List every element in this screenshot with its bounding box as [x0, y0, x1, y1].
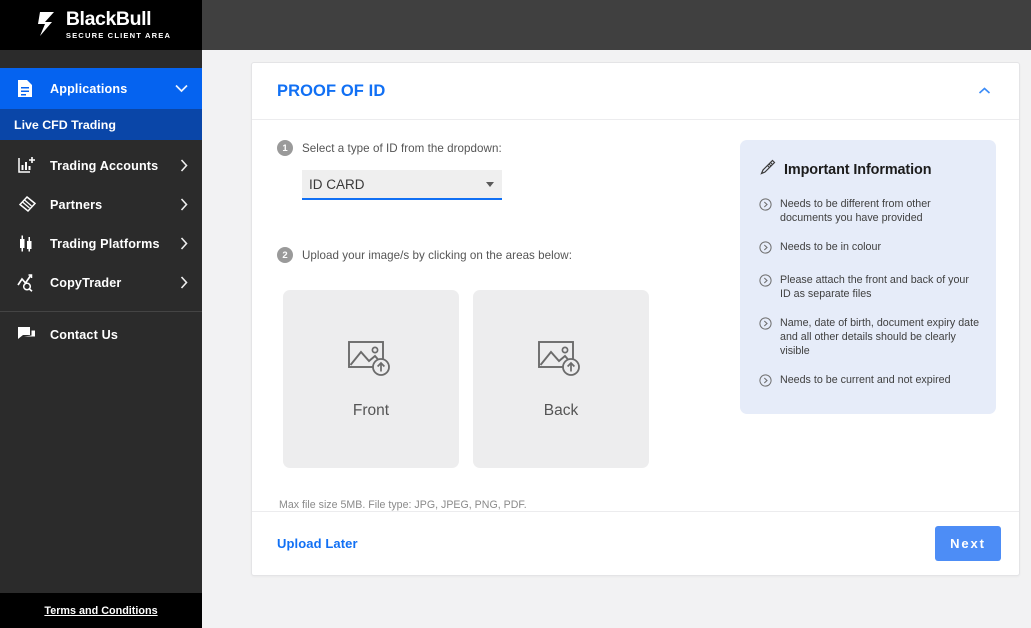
important-information-panel: Important Information Needs to be differ… [740, 140, 996, 414]
sidebar-item-trading-platforms[interactable]: Trading Platforms [0, 224, 202, 263]
id-type-select-value: ID CARD [309, 176, 365, 192]
list-item: Please attach the front and back of your… [759, 273, 980, 302]
step-label: Upload your image/s by clicking on the a… [302, 248, 572, 262]
chevron-down-icon[interactable] [175, 84, 188, 93]
info-column: Important Information Needs to be differ… [732, 140, 1003, 511]
id-type-select[interactable]: ID CARD [302, 170, 502, 200]
step-badge: 2 [277, 247, 293, 263]
handshake-icon [17, 195, 41, 214]
step-1: 1 Select a type of ID from the dropdown: [277, 140, 732, 156]
application-root: BlackBull SECURE CLIENT AREA Application… [0, 0, 1031, 628]
sidebar-nav-group: Trading Accounts Partners Trading Platfo… [0, 140, 202, 306]
list-item: Needs to be in colour [759, 240, 980, 259]
sidebar-item-label: Applications [50, 81, 128, 96]
circle-chevron-right-icon [759, 374, 772, 392]
document-icon [17, 79, 41, 98]
next-button[interactable]: Next [935, 526, 1001, 561]
sidebar-item-label: Partners [50, 197, 103, 212]
circle-chevron-right-icon [759, 241, 772, 259]
brand-logo[interactable]: BlackBull SECURE CLIENT AREA [0, 0, 202, 50]
sidebar-item-applications[interactable]: Applications [0, 68, 202, 109]
file-requirements-note: Max file size 5MB. File type: JPG, JPEG,… [279, 499, 527, 511]
info-panel-title: Important Information [784, 162, 932, 178]
brand-name: BlackBull [65, 7, 152, 30]
step-2: 2 Upload your image/s by clicking on the… [277, 247, 732, 263]
terms-and-conditions-link[interactable]: Terms and Conditions [44, 605, 157, 617]
upload-label: Back [543, 402, 579, 419]
sidebar-footer: Terms and Conditions [0, 593, 202, 628]
image-upload-icon [537, 338, 585, 385]
card-footer: Upload Later Next [252, 511, 1019, 575]
pen-writing-icon [759, 159, 776, 181]
chevron-right-icon[interactable] [180, 159, 188, 172]
chart-search-icon [17, 273, 41, 292]
sidebar-top-spacer [0, 50, 202, 68]
list-item: Needs to be different from other documen… [759, 197, 980, 226]
upload-later-link[interactable]: Upload Later [277, 536, 935, 551]
info-item-text: Name, date of birth, document expiry dat… [780, 316, 980, 358]
step-label: Select a type of ID from the dropdown: [302, 141, 502, 155]
caret-down-icon [486, 181, 494, 187]
info-item-text: Needs to be in colour [780, 240, 881, 253]
info-item-text: Needs to be current and not expired [780, 373, 951, 386]
circle-chevron-right-icon [759, 274, 772, 302]
sidebar: BlackBull SECURE CLIENT AREA Application… [0, 0, 202, 628]
chevron-right-icon[interactable] [180, 237, 188, 250]
list-item: Name, date of birth, document expiry dat… [759, 316, 980, 359]
main-region: PROOF OF ID 1 Select a type of ID from t… [202, 0, 1031, 628]
sidebar-item-copytrader[interactable]: CopyTrader [0, 263, 202, 302]
chevron-up-icon[interactable] [972, 81, 997, 101]
candlestick-icon [17, 234, 41, 253]
sidebar-item-trading-accounts[interactable]: Trading Accounts [0, 146, 202, 185]
card-body: 1 Select a type of ID from the dropdown:… [252, 120, 1019, 511]
chat-bubbles-icon [17, 325, 41, 344]
chevron-right-icon[interactable] [180, 198, 188, 211]
sidebar-subitem-label: Live CFD Trading [14, 117, 116, 132]
bar-chart-plus-icon [17, 156, 41, 175]
brand-tagline: SECURE CLIENT AREA [65, 30, 172, 40]
sidebar-divider [0, 311, 202, 312]
circle-chevron-right-icon [759, 317, 772, 359]
sidebar-item-contact-us[interactable]: Contact Us [0, 315, 202, 354]
page-title: PROOF OF ID [277, 81, 386, 100]
image-upload-icon [347, 338, 395, 385]
blackbull-logo-icon [37, 11, 59, 42]
form-column: 1 Select a type of ID from the dropdown:… [277, 140, 732, 511]
sidebar-item-label: Contact Us [50, 327, 118, 342]
list-item: Needs to be current and not expired [759, 373, 980, 392]
info-panel-header: Important Information [759, 159, 980, 181]
sidebar-item-partners[interactable]: Partners [0, 185, 202, 224]
upload-box-front[interactable]: Front [283, 290, 459, 468]
step-badge: 1 [277, 140, 293, 156]
content-area: PROOF OF ID 1 Select a type of ID from t… [202, 50, 1031, 576]
upload-box-back[interactable]: Back [473, 290, 649, 468]
top-bar [202, 0, 1031, 50]
sidebar-subitem-live-cfd-trading[interactable]: Live CFD Trading [0, 109, 202, 140]
info-item-text: Needs to be different from other documen… [780, 198, 931, 225]
sidebar-item-label: Trading Accounts [50, 158, 159, 173]
upload-area: Front Back [283, 290, 732, 468]
proof-of-id-card: PROOF OF ID 1 Select a type of ID from t… [251, 62, 1020, 576]
sidebar-item-label: CopyTrader [50, 275, 122, 290]
upload-label: Front [352, 402, 390, 419]
chevron-right-icon[interactable] [180, 276, 188, 289]
card-header: PROOF OF ID [252, 63, 1019, 120]
sidebar-item-label: Trading Platforms [50, 236, 160, 251]
circle-chevron-right-icon [759, 198, 772, 226]
info-item-text: Please attach the front and back of your… [780, 273, 969, 301]
